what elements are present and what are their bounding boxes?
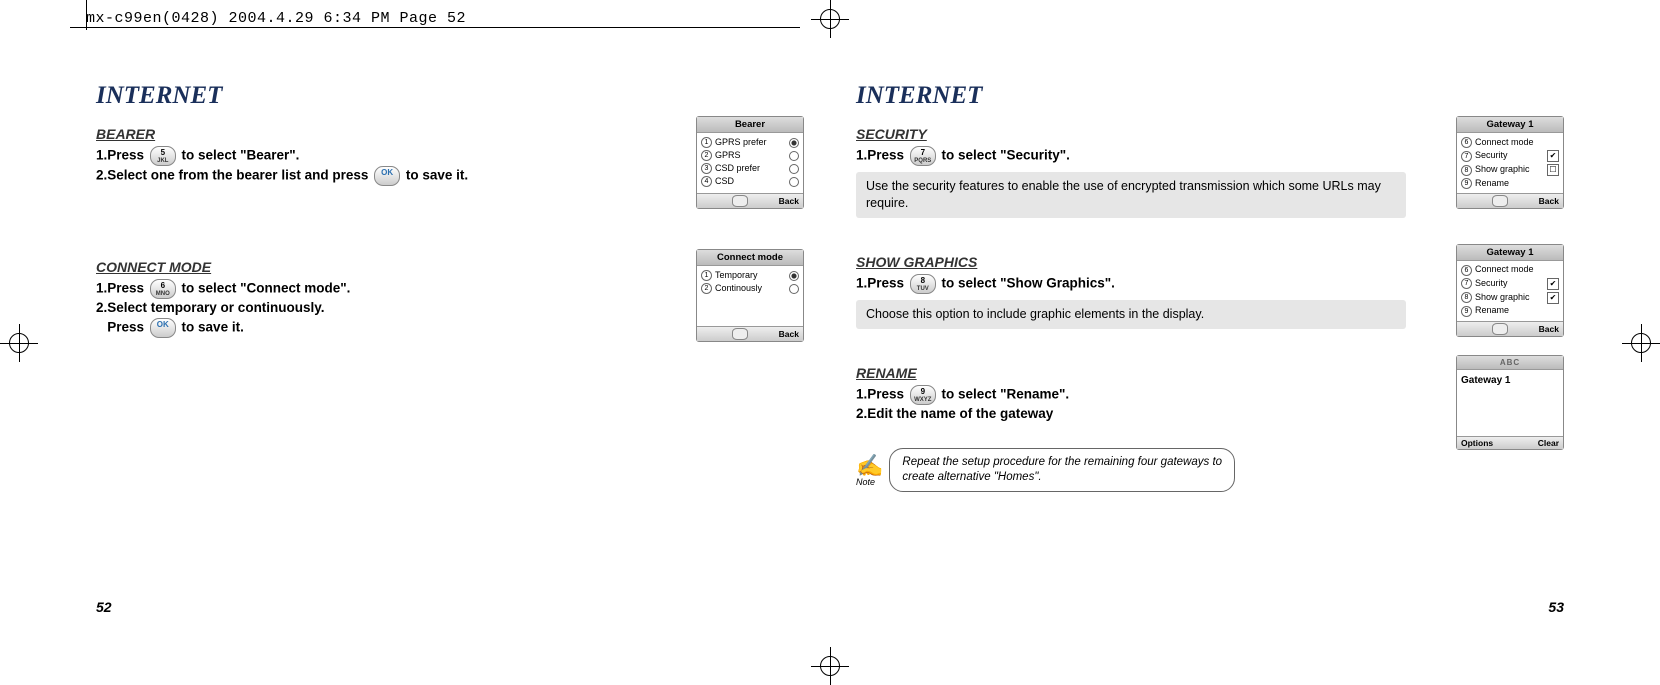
note-icon: ✍Note xyxy=(856,453,883,485)
check-icon: ✔ xyxy=(1547,278,1559,290)
list-item: 6Connect mode xyxy=(1461,264,1559,277)
list-item: 2Continously xyxy=(701,282,799,295)
print-header: mx-c99en(0428) 2004.4.29 6:34 PM Page 52 xyxy=(86,10,466,27)
phone-screen-bearer: Bearer 1GPRS prefer 2GPRS 3CSD prefer 4C… xyxy=(696,116,804,209)
section-heading-rename: RENAME xyxy=(856,365,1440,381)
softkey-clear: Clear xyxy=(1538,438,1559,448)
body-text: 1.Press 8TUV to select "Show Graphics". xyxy=(856,274,1440,294)
registration-mark-top xyxy=(817,6,843,32)
body-text: 1.Press 6MNO to select "Connect mode". 2… xyxy=(96,279,680,338)
note-box: Choose this option to include graphic el… xyxy=(856,300,1406,329)
crop-mark xyxy=(70,27,800,28)
nav-icon xyxy=(732,328,748,340)
radio-icon xyxy=(789,138,799,148)
phone-title: Bearer xyxy=(697,117,803,133)
list-item: 7Security✔ xyxy=(1461,149,1559,163)
note-callout: ✍Note Repeat the setup procedure for the… xyxy=(856,448,1440,492)
page-title: INTERNET xyxy=(96,82,804,110)
key-7-icon: 7PQRS xyxy=(910,146,936,166)
page-left: INTERNET BEARER 1.Press 5JKL to select "… xyxy=(70,70,830,615)
key-5-icon: 5JKL xyxy=(150,146,176,166)
key-ok-icon: OK xyxy=(150,318,176,338)
phone-screen-rename: ABC Gateway 1 Options Clear xyxy=(1456,355,1564,450)
check-icon: ✔ xyxy=(1547,150,1559,162)
section-heading-connect: CONNECT MODE xyxy=(96,259,680,275)
list-item: 8Show graphic☐ xyxy=(1461,163,1559,177)
note-text: Repeat the setup procedure for the remai… xyxy=(889,448,1235,492)
key-9-icon: 9WXYZ xyxy=(910,385,936,405)
list-item: 2GPRS xyxy=(701,149,799,162)
list-item: 7Security✔ xyxy=(1461,277,1559,291)
check-icon: ☐ xyxy=(1547,164,1559,176)
list-item: 6Connect mode xyxy=(1461,136,1559,149)
input-value: Gateway 1 xyxy=(1461,373,1559,388)
list-item: 8Show graphic✔ xyxy=(1461,291,1559,305)
list-item: 4CSD xyxy=(701,175,799,188)
check-icon: ✔ xyxy=(1547,292,1559,304)
list-item: 3CSD prefer xyxy=(701,162,799,175)
body-text: 1.Press 5JKL to select "Bearer". 2.Selec… xyxy=(96,146,680,186)
list-item: 1Temporary xyxy=(701,269,799,282)
softkey-back: Back xyxy=(779,196,799,206)
key-ok-icon: OK xyxy=(374,166,400,186)
softkey-back: Back xyxy=(1539,196,1559,206)
phone-title: Gateway 1 xyxy=(1457,245,1563,261)
registration-mark-left xyxy=(6,330,32,356)
softkey-options: Options xyxy=(1461,438,1493,448)
radio-icon xyxy=(789,284,799,294)
note-box: Use the security features to enable the … xyxy=(856,172,1406,218)
phone-title: Connect mode xyxy=(697,250,803,266)
page-right: INTERNET SECURITY 1.Press 7PQRS to selec… xyxy=(830,70,1590,615)
nav-icon xyxy=(1492,323,1508,335)
body-text: 1.Press 7PQRS to select "Security". xyxy=(856,146,1440,166)
softkey-back: Back xyxy=(1539,324,1559,334)
phone-screen-security: Gateway 1 6Connect mode 7Security✔ 8Show… xyxy=(1456,116,1564,209)
key-6-icon: 6MNO xyxy=(150,279,176,299)
key-8-icon: 8TUV xyxy=(910,274,936,294)
crop-mark xyxy=(86,0,87,30)
nav-icon xyxy=(732,195,748,207)
section-heading-graphics: SHOW GRAPHICS xyxy=(856,254,1440,270)
phone-title: Gateway 1 xyxy=(1457,117,1563,133)
phone-screen-graphics: Gateway 1 6Connect mode 7Security✔ 8Show… xyxy=(1456,244,1564,337)
registration-mark-bottom xyxy=(817,653,843,679)
page-number: 53 xyxy=(1548,599,1564,615)
radio-icon xyxy=(789,177,799,187)
nav-icon xyxy=(1492,195,1508,207)
list-item: 9Rename xyxy=(1461,305,1559,318)
radio-icon xyxy=(789,151,799,161)
section-heading-security: SECURITY xyxy=(856,126,1440,142)
page-number: 52 xyxy=(96,599,112,615)
phone-screen-connect: Connect mode 1Temporary 2Continously Bac… xyxy=(696,249,804,342)
body-text: 1.Press 9WXYZ to select "Rename". 2.Edit… xyxy=(856,385,1440,424)
section-heading-bearer: BEARER xyxy=(96,126,680,142)
registration-mark-right xyxy=(1628,330,1654,356)
radio-icon xyxy=(789,271,799,281)
list-item: 1GPRS prefer xyxy=(701,136,799,149)
page-title: INTERNET xyxy=(856,82,1564,110)
softkey-back: Back xyxy=(779,329,799,339)
phone-title: ABC xyxy=(1457,356,1563,370)
radio-icon xyxy=(789,164,799,174)
list-item: 9Rename xyxy=(1461,177,1559,190)
